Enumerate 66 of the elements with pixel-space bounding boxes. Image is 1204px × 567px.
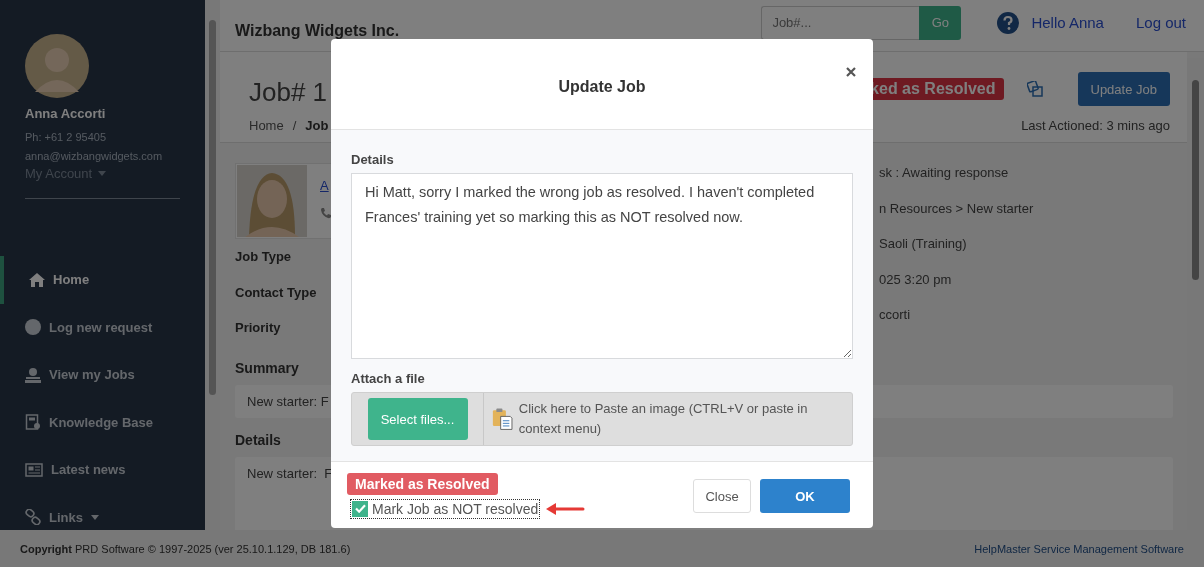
breadcrumb-item[interactable]: Home	[249, 118, 284, 133]
copy-icon[interactable]	[1026, 81, 1043, 97]
update-job-button[interactable]: Update Job	[1077, 72, 1170, 106]
link-icon	[25, 509, 41, 526]
field-value: sk : Awaiting response	[879, 164, 1010, 182]
nav-label: Links	[49, 509, 83, 525]
nav-item[interactable]: Latest news	[0, 446, 205, 494]
check-icon	[354, 504, 366, 513]
arrow-icon	[545, 501, 586, 516]
select-files-button[interactable]: Select files...	[367, 398, 468, 440]
clipboard-icon	[492, 406, 513, 432]
company-name: Wizbang Widgets Inc.	[235, 21, 400, 40]
last-actioned: Last Actioned: 3 mins ago	[1021, 118, 1170, 133]
book-icon	[25, 414, 41, 431]
nav-label: View my Jobs	[49, 367, 135, 383]
user-email: anna@wizbangwidgets.com	[25, 149, 163, 164]
newspaper-icon	[25, 462, 43, 477]
checkbox-label[interactable]: Mark Job as NOT resolved	[372, 500, 539, 517]
file-drop-area[interactable]: Select files... Click here to Paste an image (CTRL+V or paste in context menu)	[351, 392, 853, 446]
close-button[interactable]: Close	[693, 479, 751, 513]
product-link[interactable]: HelpMaster Service Management Software	[974, 542, 1184, 555]
help-icon[interactable]	[997, 11, 1020, 34]
summary-text: New starter: F	[247, 393, 329, 409]
avatar	[25, 34, 89, 98]
attach-label: Attach a file	[351, 371, 426, 386]
contact-link[interactable]: A	[320, 178, 332, 193]
close-icon[interactable]	[846, 67, 856, 77]
field-label: Job Type	[235, 248, 293, 266]
nav-label: Home	[53, 272, 90, 288]
details-label: Details	[351, 152, 395, 167]
checkbox[interactable]	[352, 500, 368, 517]
home-icon	[29, 272, 45, 287]
section-heading: Summary	[235, 359, 300, 376]
field-value: 025 3:20 pm	[879, 270, 953, 289]
go-button[interactable]: Go	[919, 5, 962, 40]
user-phone: Ph: +61 2 95405	[25, 130, 107, 145]
user-name: Anna Accorti	[25, 106, 106, 121]
details-field[interactable]: Hi Matt, sorry I marked the wrong job as resolved. I haven't completed Frances' training yet so marking this as NOT resolved now.	[351, 173, 853, 359]
field-label: Priority	[235, 319, 282, 337]
nav-label: Log new request	[49, 319, 153, 335]
nav-item[interactable]: View my Jobs	[0, 351, 205, 399]
phone-icon	[320, 207, 332, 219]
job-title: Job# 1	[249, 77, 328, 108]
nav-label: Knowledge Base	[49, 414, 154, 430]
section-heading: Details	[235, 431, 282, 448]
caret-icon	[98, 171, 107, 176]
nav-item[interactable]: Log new request	[0, 303, 205, 351]
field-value: Saoli (Training)	[879, 235, 968, 253]
breadcrumb-item: /	[292, 118, 297, 133]
greeting-link[interactable]: Hello Anna	[1031, 14, 1104, 31]
status-badge: Marked as Resolved	[347, 472, 498, 495]
dialog-title: Update Job	[558, 78, 646, 96]
nav-item[interactable]: Knowledge Base	[0, 398, 205, 446]
copyright-text: Copyright PRD Software © 1997-2025 (ver 25.10.1.129, DB 181.6)	[20, 542, 351, 555]
logout-link[interactable]: Log out	[1135, 14, 1186, 31]
search-field[interactable]: Job#...	[761, 5, 920, 40]
nav-item[interactable]: Links	[0, 493, 205, 541]
field-value: n Resources > New starter	[879, 199, 1034, 218]
breadcrumb-item[interactable]: Job	[305, 118, 329, 133]
field-label: Contact Type	[235, 283, 318, 302]
ok-button[interactable]: OK	[760, 479, 850, 513]
field-value: ccorti	[879, 306, 912, 324]
circle-icon	[25, 319, 41, 336]
person-icon	[25, 366, 41, 383]
paste-hint: Click here to Paste an image (CTRL+V or paste in context menu)	[518, 400, 809, 438]
nav-label: Latest news	[51, 462, 126, 478]
